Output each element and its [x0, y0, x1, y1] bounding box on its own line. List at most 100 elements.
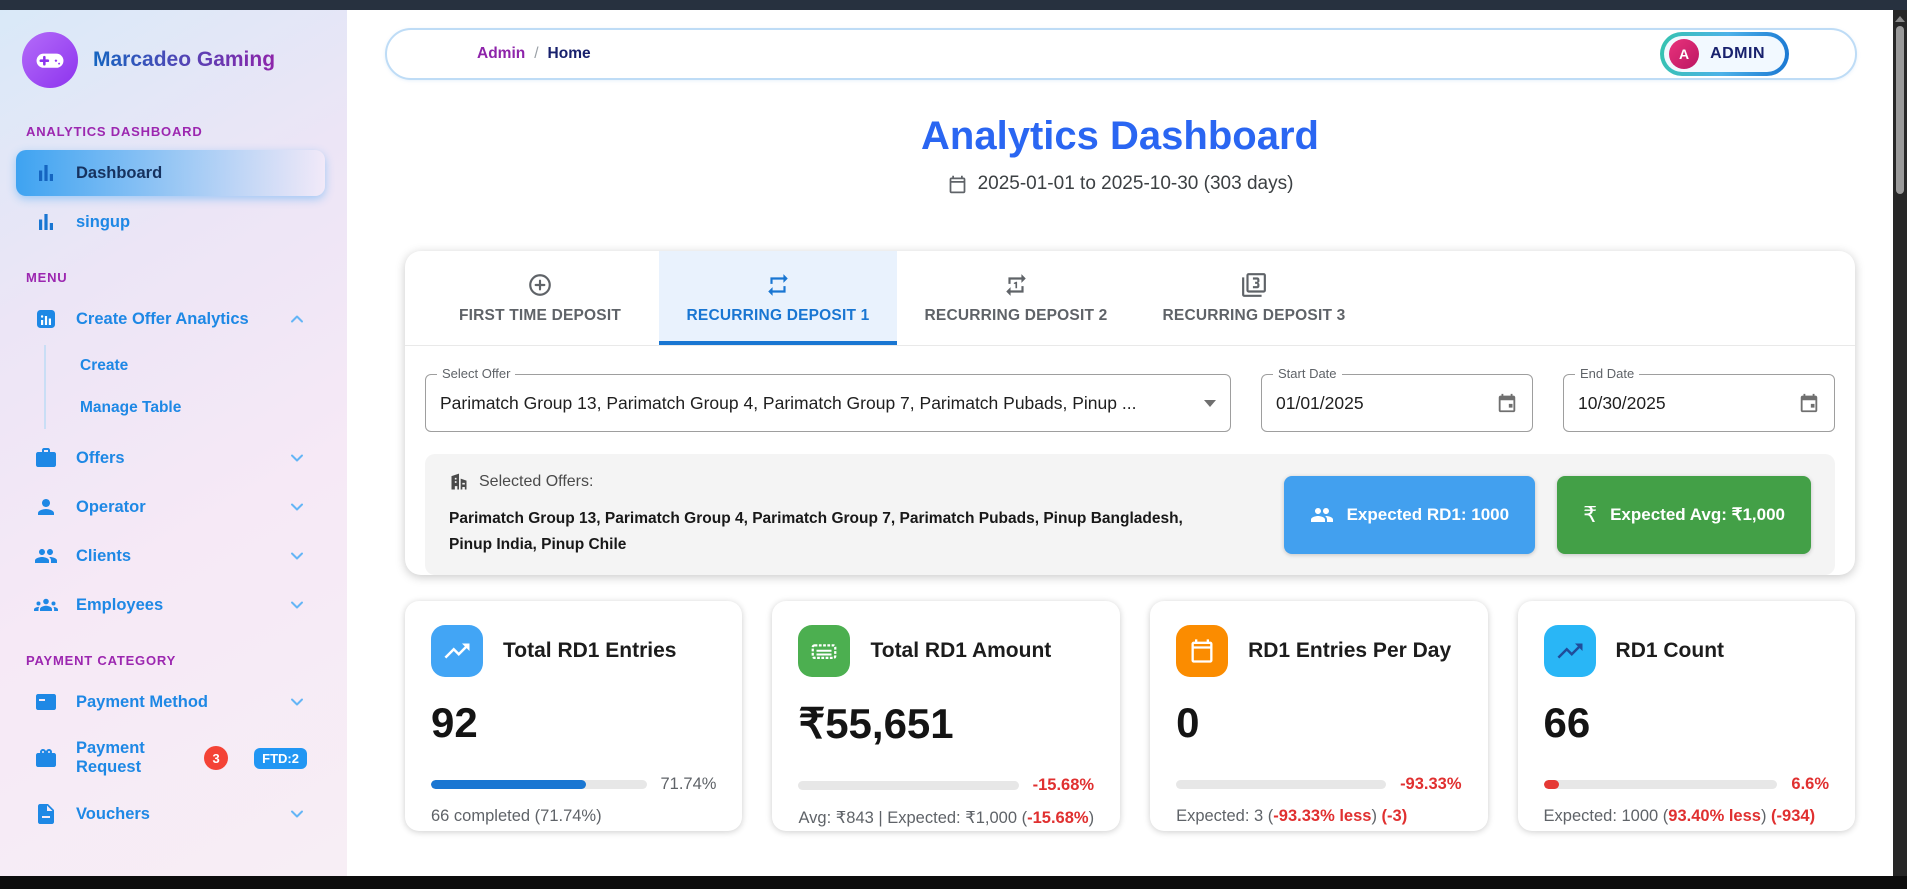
end-date-label: End Date	[1575, 366, 1640, 381]
sidebar-item-employees[interactable]: Employees	[16, 582, 325, 628]
credit-card-icon	[34, 690, 58, 714]
sidebar: Marcadeo Gaming ANALYTICS DASHBOARD Dash…	[0, 10, 347, 876]
sidebar-item-label: Create Offer Analytics	[76, 309, 249, 328]
sidebar-item-label: Operator	[76, 497, 146, 516]
breadcrumb: Admin / Home	[477, 45, 591, 63]
main-content: Admin / Home A ADMIN Analytics Dashboard…	[347, 10, 1893, 876]
selected-offers-value: Parimatch Group 13, Parimatch Group 4, P…	[449, 510, 1183, 553]
repeat-one-icon	[1003, 272, 1029, 298]
admin-label: ADMIN	[1710, 45, 1765, 62]
chevron-down-icon	[287, 595, 307, 615]
start-date-input[interactable]: Start Date 01/01/2025	[1261, 366, 1533, 432]
end-date-value: 10/30/2025	[1578, 392, 1666, 413]
tab-first-time-deposit[interactable]: FIRST TIME DEPOSIT	[421, 251, 659, 345]
sidebar-item-offers[interactable]: Offers	[16, 435, 325, 481]
gift-icon	[34, 746, 58, 770]
stat-card-value: 66	[1543, 699, 1591, 747]
progress-bar	[1543, 780, 1778, 790]
avatar: A	[1669, 39, 1700, 69]
brand[interactable]: Marcadeo Gaming	[0, 10, 347, 102]
plus-circle-icon	[527, 272, 553, 298]
stat-card-footer: Expected: 3 (-93.33% less) (-3)	[1176, 807, 1408, 826]
breadcrumb-home-link[interactable]: Home	[548, 45, 591, 63]
calendar-icon	[1176, 625, 1229, 678]
breadcrumb-admin-link[interactable]: Admin	[477, 45, 525, 63]
bar-chart-icon	[34, 210, 58, 234]
tab-label: RECURRING DEPOSIT 2	[924, 306, 1108, 324]
expected-rd1-badge: Expected RD1: 1000	[1283, 475, 1536, 554]
scrollbar-thumb[interactable]	[1896, 26, 1904, 194]
stat-card-value: 92	[431, 699, 478, 747]
tab-recurring-deposit-3[interactable]: RECURRING DEPOSIT 3	[1135, 251, 1373, 345]
deposit-panel: FIRST TIME DEPOSIT RECURRING DEPOSIT 1 R…	[405, 251, 1855, 576]
bar-chart-icon	[34, 161, 58, 185]
stat-card-title: RD1 Count	[1615, 639, 1725, 663]
sidebar-subitem-create[interactable]: Create	[70, 345, 347, 387]
chevron-down-icon	[287, 546, 307, 566]
sidebar-item-payment-method[interactable]: Payment Method	[16, 679, 325, 725]
expected-avg-badge: ₹ Expected Avg: ₹1,000	[1557, 475, 1811, 554]
selected-offers-box: Selected Offers: Parimatch Group 13, Par…	[425, 454, 1835, 576]
chart-box-icon	[34, 307, 58, 331]
sidebar-item-label: Offers	[76, 448, 125, 467]
page-title: Analytics Dashboard	[921, 114, 1319, 158]
repeat-icon	[765, 272, 791, 298]
filters-row: Select Offer Parimatch Group 13, Parimat…	[405, 346, 1855, 454]
progress-bar	[431, 780, 647, 790]
progress-percent: 6.6%	[1791, 775, 1829, 794]
tab-label: RECURRING DEPOSIT 3	[1162, 306, 1346, 324]
calendar-picker-icon[interactable]	[1798, 392, 1820, 414]
trending-up-icon	[1543, 625, 1596, 678]
sidebar-subitem-manage-table[interactable]: Manage Table	[70, 387, 347, 429]
admin-user-button[interactable]: A ADMIN	[1660, 32, 1789, 76]
select-offer-label: Select Offer	[437, 366, 516, 381]
selected-offers-label: Selected Offers:	[479, 473, 594, 490]
tab-recurring-deposit-2[interactable]: RECURRING DEPOSIT 2	[897, 251, 1135, 345]
calendar-icon	[947, 174, 968, 195]
stat-cards-row: Total RD1 Entries 92 71.74% 66 completed…	[405, 601, 1855, 832]
stat-card-total-rd1-entries: Total RD1 Entries 92 71.74% 66 completed…	[405, 601, 743, 832]
sidebar-item-operator[interactable]: Operator	[16, 484, 325, 530]
sidebar-item-dashboard[interactable]: Dashboard	[16, 150, 325, 196]
sidebar-item-singup[interactable]: singup	[16, 199, 325, 245]
briefcase-icon	[34, 446, 58, 470]
tab-label: FIRST TIME DEPOSIT	[458, 306, 622, 324]
window-bottom-bar	[0, 876, 1907, 889]
select-offer-dropdown[interactable]: Select Offer Parimatch Group 13, Parimat…	[425, 366, 1231, 432]
sidebar-item-create-offer-analytics[interactable]: Create Offer Analytics	[16, 296, 325, 342]
date-range-row: 2025-01-01 to 2025-10-30 (303 days)	[347, 173, 1893, 195]
stat-card-title: Total RD1 Entries	[503, 639, 677, 663]
vertical-scrollbar[interactable]	[1893, 10, 1907, 876]
date-range-text: 2025-01-01 to 2025-10-30 (303 days)	[977, 173, 1294, 194]
stat-card-title: Total RD1 Amount	[870, 639, 1052, 663]
sidebar-item-clients[interactable]: Clients	[16, 533, 325, 579]
admin-chip-inner: A ADMIN	[1664, 36, 1785, 72]
breadcrumb-separator: /	[534, 45, 539, 62]
deposit-tabs: FIRST TIME DEPOSIT RECURRING DEPOSIT 1 R…	[405, 251, 1855, 346]
select-offer-value: Parimatch Group 13, Parimatch Group 4, P…	[440, 392, 1137, 413]
calendar-picker-icon[interactable]	[1496, 392, 1518, 414]
stat-card-value: ₹55,651	[798, 700, 954, 748]
window-top-bar	[0, 0, 1907, 10]
tab-recurring-deposit-1[interactable]: RECURRING DEPOSIT 1	[659, 251, 897, 345]
expected-avg-text: Expected Avg: ₹1,000	[1610, 504, 1785, 524]
section-payment-category: PAYMENT CATEGORY	[26, 653, 177, 668]
sidebar-item-payment-request[interactable]: Payment Request 3 FTD:2	[16, 728, 325, 788]
sidebar-item-label: Dashboard	[76, 163, 163, 182]
progress-percent: -93.33%	[1400, 775, 1462, 794]
sidebar-item-vouchers[interactable]: Vouchers	[16, 791, 325, 837]
end-date-input[interactable]: End Date 10/30/2025	[1563, 366, 1835, 432]
progress-percent: 71.74%	[660, 775, 717, 794]
rupee-icon: ₹	[1583, 501, 1598, 527]
start-date-value: 01/01/2025	[1276, 392, 1364, 413]
stat-card-title: RD1 Entries Per Day	[1248, 639, 1452, 663]
top-header: Admin / Home A ADMIN	[385, 28, 1857, 80]
scroll-up-icon[interactable]	[1895, 16, 1905, 22]
stat-card-footer: Expected: 1000 (93.40% less) (-934)	[1543, 807, 1816, 826]
groups-icon	[34, 593, 58, 617]
dropdown-arrow-icon	[1204, 399, 1216, 407]
chevron-up-icon	[287, 309, 307, 329]
trending-up-icon	[431, 625, 483, 678]
stat-card-rd1-entries-per-day: RD1 Entries Per Day 0 -93.33% Expected: …	[1150, 601, 1488, 832]
brand-name: Marcadeo Gaming	[93, 48, 276, 71]
